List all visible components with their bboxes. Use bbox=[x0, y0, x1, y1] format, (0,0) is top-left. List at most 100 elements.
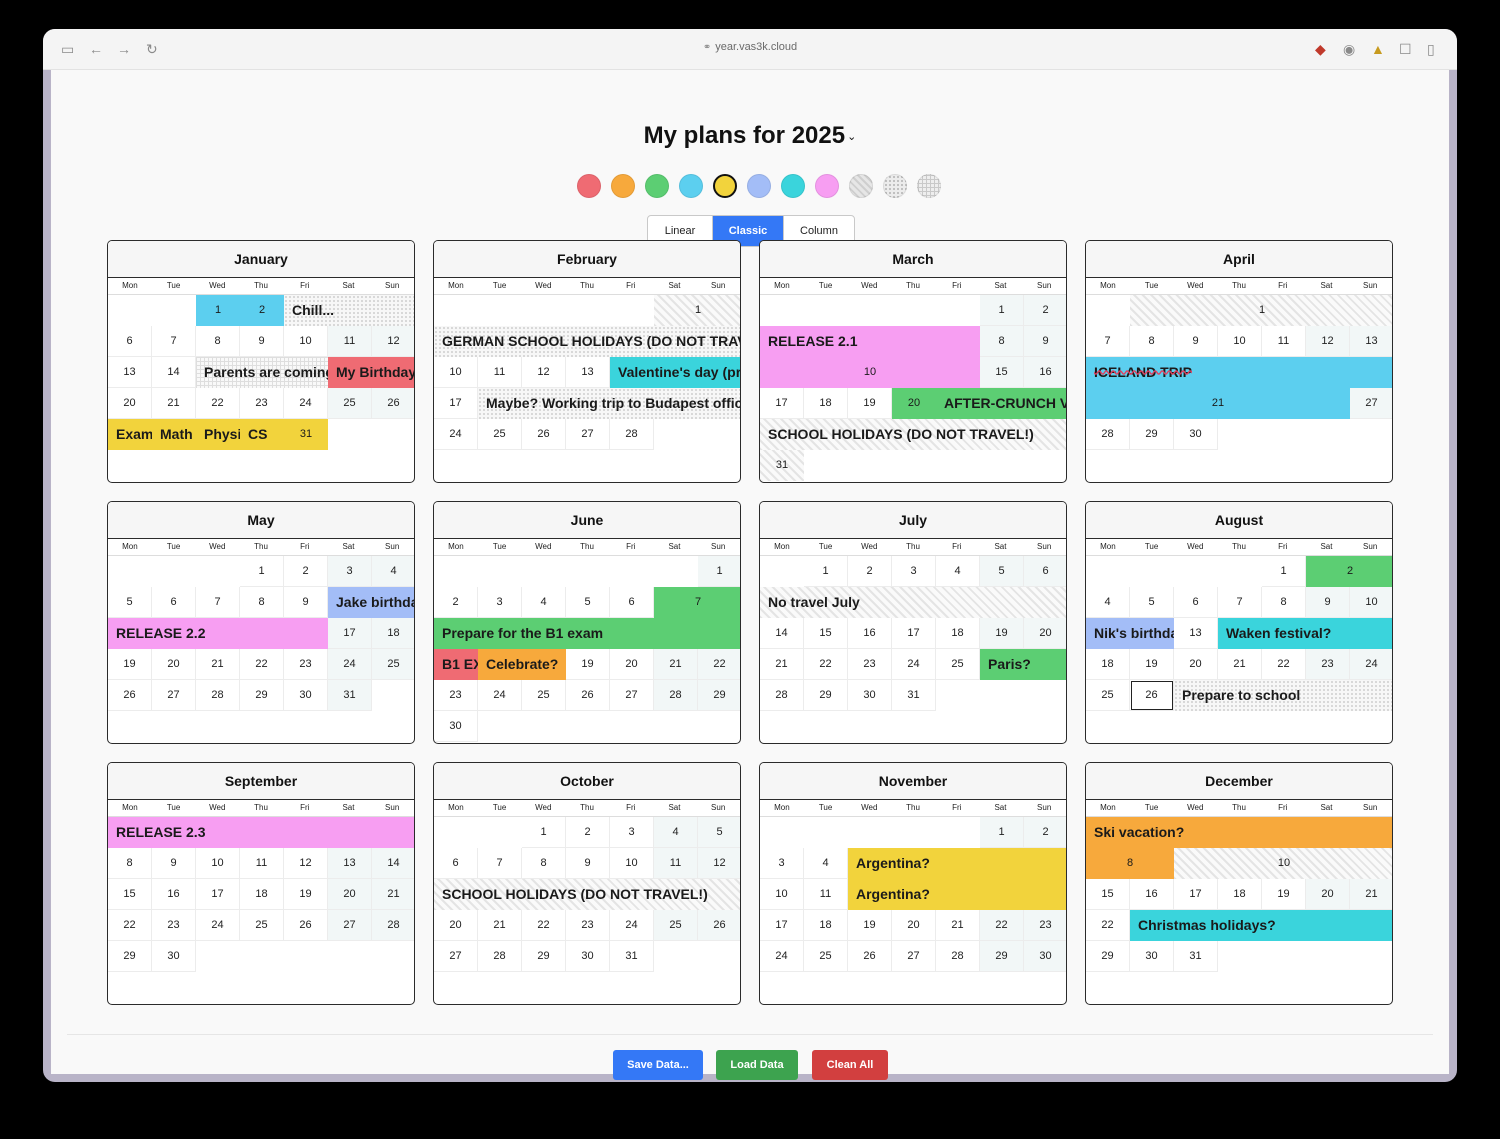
day-cell[interactable]: 26 bbox=[372, 388, 414, 419]
day-cell[interactable]: 19 bbox=[848, 910, 892, 941]
day-cell[interactable]: 6 bbox=[434, 848, 478, 879]
event-block[interactable]: CS bbox=[240, 419, 284, 450]
event-block[interactable]: Parents are coming bbox=[196, 357, 328, 388]
day-cell[interactable]: 8 bbox=[196, 326, 240, 357]
event-block[interactable]: No travel July bbox=[760, 587, 1066, 618]
day-cell[interactable]: 16 bbox=[1024, 357, 1066, 388]
day-cell[interactable]: 4 bbox=[936, 556, 980, 587]
event-block[interactable]: Argentina? bbox=[848, 848, 1066, 879]
day-cell[interactable]: 4 bbox=[1086, 587, 1130, 618]
day-cell[interactable]: 6 bbox=[1174, 587, 1218, 618]
day-cell[interactable]: 5 bbox=[108, 587, 152, 618]
day-cell[interactable]: 8 bbox=[108, 848, 152, 879]
red-swatch[interactable] bbox=[577, 174, 601, 198]
day-cell[interactable]: 17 bbox=[328, 618, 372, 649]
day-cell[interactable]: 7 bbox=[1218, 587, 1262, 618]
cyan-swatch[interactable] bbox=[781, 174, 805, 198]
day-cell[interactable]: 25 bbox=[1086, 680, 1130, 711]
day-cell[interactable]: 11 bbox=[804, 879, 848, 910]
day-cell[interactable]: 20 bbox=[1174, 649, 1218, 680]
event-block[interactable]: 20 bbox=[892, 388, 936, 419]
day-cell[interactable]: 10 bbox=[610, 848, 654, 879]
event-block[interactable]: 2 bbox=[240, 295, 284, 326]
event-block[interactable]: 31 bbox=[760, 450, 804, 481]
day-cell[interactable]: 5 bbox=[566, 587, 610, 618]
event-block[interactable]: 1 bbox=[654, 295, 740, 326]
event-block[interactable]: 31 bbox=[284, 419, 328, 450]
day-cell[interactable]: 12 bbox=[698, 848, 740, 879]
day-cell[interactable]: 24 bbox=[328, 649, 372, 680]
day-cell[interactable]: 21 bbox=[760, 649, 804, 680]
day-cell[interactable]: 8 bbox=[1130, 326, 1174, 357]
day-cell[interactable]: 24 bbox=[892, 649, 936, 680]
save-data-button[interactable]: Save Data... bbox=[613, 1050, 703, 1080]
event-block[interactable]: Jake birthday bbox=[328, 587, 414, 618]
day-cell[interactable]: 6 bbox=[152, 587, 196, 618]
day-cell[interactable]: 18 bbox=[936, 618, 980, 649]
day-cell[interactable]: 17 bbox=[1174, 879, 1218, 910]
day-cell[interactable]: 8 bbox=[522, 848, 566, 879]
day-cell[interactable]: 24 bbox=[284, 388, 328, 419]
share-icon[interactable]: ☐ bbox=[1399, 41, 1412, 57]
day-cell[interactable]: 17 bbox=[760, 388, 804, 419]
day-cell[interactable]: 13 bbox=[1174, 618, 1218, 649]
event-block[interactable]: Paris? bbox=[980, 649, 1066, 680]
day-cell[interactable]: 1 bbox=[804, 556, 848, 587]
green-swatch[interactable] bbox=[645, 174, 669, 198]
day-cell[interactable]: 1 bbox=[522, 817, 566, 848]
day-cell[interactable]: 18 bbox=[240, 879, 284, 910]
grid-pattern-swatch[interactable] bbox=[917, 174, 941, 198]
day-cell[interactable]: 25 bbox=[654, 910, 698, 941]
day-cell[interactable]: 22 bbox=[1262, 649, 1306, 680]
day-cell[interactable]: 21 bbox=[1350, 879, 1392, 910]
day-cell[interactable]: 7 bbox=[196, 587, 240, 618]
day-cell[interactable]: 24 bbox=[760, 941, 804, 972]
day-cell[interactable]: 20 bbox=[1306, 879, 1350, 910]
day-cell[interactable]: 13 bbox=[328, 848, 372, 879]
day-cell[interactable]: 13 bbox=[566, 357, 610, 388]
day-cell[interactable]: 15 bbox=[980, 357, 1024, 388]
day-cell[interactable]: 2 bbox=[284, 556, 328, 587]
day-cell[interactable]: 29 bbox=[1130, 419, 1174, 450]
day-cell[interactable]: 23 bbox=[1306, 649, 1350, 680]
day-cell[interactable]: 30 bbox=[284, 680, 328, 711]
pink-swatch[interactable] bbox=[815, 174, 839, 198]
day-cell[interactable]: 21 bbox=[478, 910, 522, 941]
day-cell[interactable]: 28 bbox=[196, 680, 240, 711]
stripe-pattern-swatch[interactable] bbox=[849, 174, 873, 198]
day-cell[interactable]: 28 bbox=[760, 680, 804, 711]
event-block[interactable]: Ski vacation? bbox=[1086, 817, 1392, 848]
orange-swatch[interactable] bbox=[611, 174, 635, 198]
day-cell[interactable]: 27 bbox=[892, 941, 936, 972]
day-cell[interactable]: 20 bbox=[108, 388, 152, 419]
day-cell[interactable]: 9 bbox=[240, 326, 284, 357]
day-cell[interactable]: 26 bbox=[566, 680, 610, 711]
day-cell[interactable]: 22 bbox=[196, 388, 240, 419]
day-cell[interactable]: 14 bbox=[152, 357, 196, 388]
day-cell[interactable]: 19 bbox=[1262, 879, 1306, 910]
day-cell[interactable]: 20 bbox=[152, 649, 196, 680]
event-block[interactable]: 10 bbox=[760, 357, 980, 388]
event-block[interactable]: 1 bbox=[1130, 295, 1392, 326]
day-cell[interactable]: 16 bbox=[848, 618, 892, 649]
extension-icon-2[interactable]: ▲ bbox=[1371, 41, 1385, 57]
clean-all-button[interactable]: Clean All bbox=[812, 1050, 888, 1080]
event-block[interactable]: RELEASE 2.2 bbox=[108, 618, 328, 649]
shield-extension-icon[interactable]: ◆ bbox=[1315, 41, 1326, 57]
load-data-button[interactable]: Load Data bbox=[716, 1050, 798, 1080]
day-cell[interactable]: 22 bbox=[804, 649, 848, 680]
day-cell[interactable]: 30 bbox=[152, 941, 196, 972]
day-cell[interactable]: 28 bbox=[478, 941, 522, 972]
day-cell[interactable]: 15 bbox=[1086, 879, 1130, 910]
day-cell[interactable]: 11 bbox=[240, 848, 284, 879]
day-cell[interactable]: 25 bbox=[522, 680, 566, 711]
event-block[interactable]: 2 bbox=[1306, 556, 1392, 587]
event-block[interactable]: GERMAN SCHOOL HOLIDAYS (DO NOT TRAVEL!) bbox=[434, 326, 740, 357]
day-cell[interactable]: 9 bbox=[152, 848, 196, 879]
extension-icon[interactable]: ◉ bbox=[1343, 41, 1355, 57]
day-cell[interactable]: 8 bbox=[1262, 587, 1306, 618]
day-cell[interactable]: 11 bbox=[328, 326, 372, 357]
day-cell[interactable]: 1 bbox=[240, 556, 284, 587]
day-cell[interactable]: 7 bbox=[478, 848, 522, 879]
day-cell[interactable]: 28 bbox=[1086, 419, 1130, 450]
